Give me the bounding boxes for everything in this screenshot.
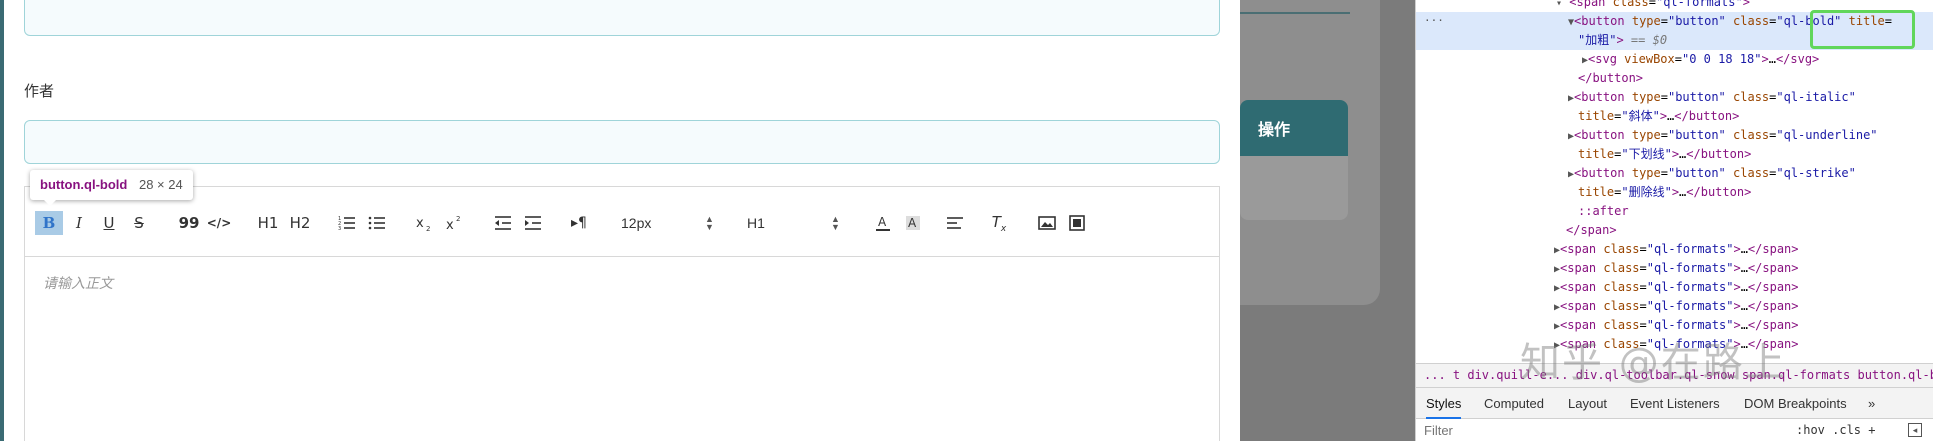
outdent-icon: [495, 216, 511, 230]
dom-line[interactable]: title="斜体">…</button>: [1416, 107, 1933, 126]
rich-text-editor: B I U S 99 </> H1 H2 123 x2 x2 ▸¶ 12px ▲…: [24, 186, 1220, 441]
image-icon: [1038, 216, 1056, 230]
table-header: 操作: [1240, 100, 1348, 156]
text-color-icon: A: [876, 215, 890, 231]
indent-icon: [525, 216, 541, 230]
tab-event-listeners[interactable]: Event Listeners: [1630, 388, 1720, 419]
select-arrows-icon: ▲ ▼: [831, 214, 840, 232]
dom-line[interactable]: ▶<span class="ql-formats">…</span>: [1416, 240, 1933, 259]
svg-text:x: x: [416, 216, 424, 231]
toggle-sidebar-icon[interactable]: ◂: [1908, 423, 1922, 437]
font-size-value: 12px: [621, 215, 652, 231]
background-color-icon: A: [906, 216, 920, 230]
text-color-button[interactable]: A: [871, 211, 895, 235]
devtools-tabs: Styles Computed Layout Event Listeners D…: [1416, 387, 1933, 419]
header-1-button[interactable]: H1: [255, 211, 281, 235]
more-tabs-button[interactable]: »: [1868, 388, 1875, 419]
author-label: 作者: [24, 82, 55, 100]
title-input[interactable]: [24, 0, 1220, 36]
background-divider: [1240, 12, 1350, 14]
tab-styles[interactable]: Styles: [1426, 388, 1462, 419]
bullet-list-button[interactable]: [365, 211, 389, 235]
tab-layout[interactable]: Layout: [1568, 388, 1607, 419]
styles-filter-bar: :hov .cls + ◂: [1416, 419, 1933, 441]
author-input[interactable]: [24, 120, 1220, 164]
indent-button[interactable]: [521, 211, 545, 235]
align-left-icon: [947, 217, 963, 229]
dom-line[interactable]: </span>: [1416, 221, 1933, 240]
clean-format-button[interactable]: Tx: [987, 211, 1011, 235]
blockquote-button[interactable]: 99: [177, 211, 201, 235]
clear-format-icon: Tx: [991, 212, 1007, 234]
background-color-button[interactable]: A: [901, 211, 925, 235]
highlight-annotation: [1810, 10, 1915, 49]
tooltip-size: 28 × 24: [138, 177, 183, 192]
dom-line[interactable]: ▶<svg viewBox="0 0 18 18">…</svg>: [1416, 50, 1933, 69]
bold-button[interactable]: B: [35, 211, 63, 235]
dom-line[interactable]: ▶<span class="ql-formats">…</span>: [1416, 278, 1933, 297]
text-direction-button[interactable]: ▸¶: [565, 211, 593, 235]
font-size-select[interactable]: 12px ▲ ▼: [621, 211, 731, 235]
dom-line[interactable]: title="下划线">…</button>: [1416, 145, 1933, 164]
bullet-list-icon: [368, 216, 385, 230]
editor-toolbar: B I U S 99 </> H1 H2 123 x2 x2 ▸¶ 12px ▲…: [25, 187, 1219, 257]
dom-line[interactable]: ▶<button type="button" class="ql-italic": [1416, 88, 1933, 107]
article-form-modal: 作者 button.ql-bold 28 × 24 B I U S 99 </>…: [0, 0, 1240, 441]
dom-line[interactable]: ::after: [1416, 202, 1933, 221]
tab-computed[interactable]: Computed: [1484, 388, 1544, 419]
select-arrows-icon: ▲ ▼: [705, 214, 714, 232]
ordered-list-button[interactable]: 123: [335, 211, 359, 235]
svg-text:2: 2: [426, 225, 430, 232]
svg-text:A: A: [908, 216, 917, 230]
inspect-tooltip: button.ql-bold 28 × 24: [30, 170, 193, 206]
align-button[interactable]: [943, 211, 967, 235]
superscript-button[interactable]: x2: [443, 211, 467, 235]
subscript-icon: x2: [416, 216, 430, 232]
dom-line[interactable]: title="删除线">…</button>: [1416, 183, 1933, 202]
dom-line[interactable]: </button>: [1416, 69, 1933, 88]
dom-line[interactable]: ▶<button type="button" class="ql-underli…: [1416, 126, 1933, 145]
svg-text:x: x: [446, 218, 454, 232]
styles-filter-input[interactable]: [1424, 421, 1624, 439]
modal-edge: [0, 0, 4, 441]
text-direction-icon: ▸¶: [571, 215, 587, 231]
video-button[interactable]: [1065, 211, 1089, 235]
tab-dom-breakpoints[interactable]: DOM Breakpoints: [1744, 388, 1847, 419]
background-table: 操作: [1240, 100, 1348, 220]
header-2-button[interactable]: H2: [287, 211, 313, 235]
ordered-list-icon: 123: [338, 216, 355, 231]
video-icon: [1069, 215, 1085, 231]
svg-text:2: 2: [456, 215, 460, 223]
code-button[interactable]: </>: [205, 211, 233, 235]
dom-line[interactable]: ▶<span class="ql-formats">…</span>: [1416, 259, 1933, 278]
svg-text:A: A: [878, 215, 887, 229]
dom-line[interactable]: ▶<button type="button" class="ql-strike": [1416, 164, 1933, 183]
image-button[interactable]: [1035, 211, 1059, 235]
italic-button[interactable]: I: [67, 211, 91, 235]
outdent-button[interactable]: [491, 211, 515, 235]
dom-line[interactable]: ▶<span class="ql-formats">…</span>: [1416, 297, 1933, 316]
underline-button[interactable]: U: [97, 211, 121, 235]
header-value: H1: [747, 215, 765, 231]
watermark: 知乎 @在路上: [1520, 340, 1787, 386]
action-column-header: 操作: [1258, 120, 1291, 139]
svg-text:3: 3: [338, 226, 341, 231]
filter-actions[interactable]: :hov .cls +: [1796, 419, 1875, 441]
strike-button[interactable]: S: [127, 211, 151, 235]
editor-placeholder: 请输入正文: [43, 276, 113, 292]
tooltip-tag: button.ql-bold: [40, 177, 128, 192]
header-select[interactable]: H1 ▲ ▼: [747, 211, 857, 235]
superscript-icon: x2: [446, 215, 460, 232]
subscript-button[interactable]: x2: [413, 211, 437, 235]
